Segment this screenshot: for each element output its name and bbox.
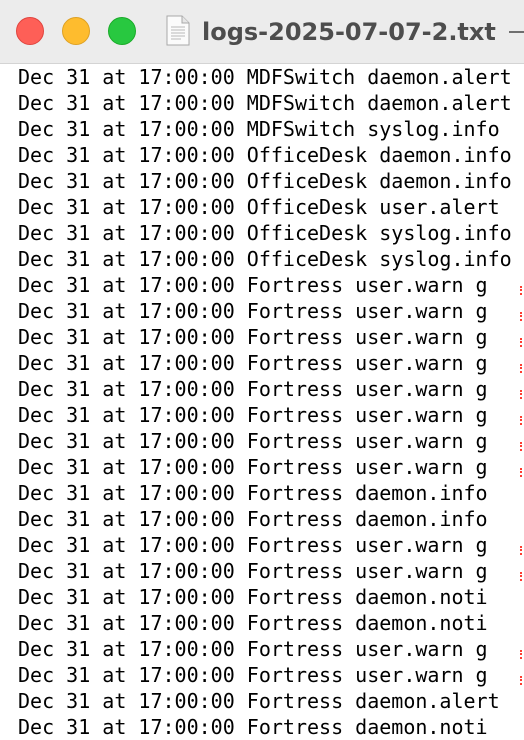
title-overflow-indicator <box>509 31 524 33</box>
log-line-text: Dec 31 at 17:00:00 OfficeDesk syslog.inf… <box>18 221 512 245</box>
spelling-error-underline <box>520 364 524 373</box>
log-line-text: Dec 31 at 17:00:00 Fortress daemon.alert <box>18 689 500 713</box>
log-line: Dec 31 at 17:00:00 Fortress user.warn g <box>18 402 524 428</box>
log-line-text: Dec 31 at 17:00:00 Fortress user.warn g <box>18 403 488 427</box>
log-line-text: Dec 31 at 17:00:00 OfficeDesk syslog.inf… <box>18 247 512 271</box>
log-line-text: Dec 31 at 17:00:00 Fortress user.warn g <box>18 663 488 687</box>
log-line-text: Dec 31 at 17:00:00 MDFSwitch daemon.aler… <box>18 65 512 89</box>
log-line-text: Dec 31 at 17:00:00 Fortress daemon.noti <box>18 585 488 609</box>
log-line-text: Dec 31 at 17:00:00 Fortress user.warn g <box>18 351 488 375</box>
spelling-error-underline <box>520 312 524 321</box>
log-line: Dec 31 at 17:00:00 OfficeDesk user.alert <box>18 194 524 220</box>
spelling-error-underline <box>520 416 524 425</box>
minimize-window-button[interactable] <box>62 17 90 45</box>
log-line-text: Dec 31 at 17:00:00 Fortress user.warn g <box>18 299 488 323</box>
log-line: Dec 31 at 17:00:00 Fortress daemon.noti <box>18 714 524 740</box>
log-line: Dec 31 at 17:00:00 Fortress user.warn g <box>18 376 524 402</box>
text-document-icon[interactable] <box>166 15 190 46</box>
log-line-text: Dec 31 at 17:00:00 OfficeDesk daemon.inf… <box>18 169 512 193</box>
log-line-text: Dec 31 at 17:00:00 Fortress daemon.info <box>18 481 488 505</box>
log-line-text: Dec 31 at 17:00:00 Fortress user.warn g <box>18 533 488 557</box>
spelling-error-underline <box>520 390 524 399</box>
spelling-error-underline <box>520 572 524 581</box>
log-line-text: Dec 31 at 17:00:00 MDFSwitch daemon.aler… <box>18 91 512 115</box>
log-line: Dec 31 at 17:00:00 OfficeDesk daemon.inf… <box>18 142 524 168</box>
log-line-text: Dec 31 at 17:00:00 Fortress daemon.info <box>18 507 488 531</box>
window-title: logs-2025-07-07-2.txt <box>202 18 496 46</box>
log-line: Dec 31 at 17:00:00 Fortress daemon.info <box>18 480 524 506</box>
log-line-text: Dec 31 at 17:00:00 Fortress user.warn g <box>18 559 488 583</box>
log-line: Dec 31 at 17:00:00 Fortress user.warn g <box>18 428 524 454</box>
log-line-text: Dec 31 at 17:00:00 MDFSwitch syslog.info <box>18 117 500 141</box>
log-line: Dec 31 at 17:00:00 Fortress user.warn g <box>18 662 524 688</box>
log-line: Dec 31 at 17:00:00 Fortress user.warn g <box>18 532 524 558</box>
log-line: Dec 31 at 17:00:00 Fortress user.warn g <box>18 298 524 324</box>
log-line-text: Dec 31 at 17:00:00 Fortress user.warn g <box>18 377 488 401</box>
log-line-text: Dec 31 at 17:00:00 Fortress user.warn g <box>18 429 488 453</box>
spelling-error-underline <box>520 442 524 451</box>
log-line: Dec 31 at 17:00:00 MDFSwitch syslog.info <box>18 116 524 142</box>
log-line-text: Dec 31 at 17:00:00 Fortress user.warn g <box>18 455 488 479</box>
log-line-text: Dec 31 at 17:00:00 Fortress user.warn g <box>18 273 488 297</box>
log-line: Dec 31 at 17:00:00 Fortress daemon.noti <box>18 584 524 610</box>
close-window-button[interactable] <box>16 17 44 45</box>
spelling-error-underline <box>520 546 524 555</box>
log-line-text: Dec 31 at 17:00:00 Fortress daemon.noti <box>18 715 488 739</box>
log-line: Dec 31 at 17:00:00 OfficeDesk syslog.inf… <box>18 220 524 246</box>
log-line: Dec 31 at 17:00:00 Fortress user.warn g <box>18 636 524 662</box>
log-line: Dec 31 at 17:00:00 Fortress daemon.info <box>18 506 524 532</box>
log-line-text: Dec 31 at 17:00:00 Fortress user.warn g <box>18 637 488 661</box>
spelling-error-underline <box>520 468 524 477</box>
log-line: Dec 31 at 17:00:00 Fortress daemon.noti <box>18 610 524 636</box>
log-line-text: Dec 31 at 17:00:00 Fortress daemon.noti <box>18 611 488 635</box>
zoom-window-button[interactable] <box>108 17 136 45</box>
spelling-error-underline <box>520 286 524 295</box>
log-line: Dec 31 at 17:00:00 Fortress user.warn g <box>18 350 524 376</box>
log-line: Dec 31 at 17:00:00 MDFSwitch daemon.aler… <box>18 64 524 90</box>
log-line: Dec 31 at 17:00:00 Fortress daemon.alert <box>18 688 524 714</box>
log-line: Dec 31 at 17:00:00 MDFSwitch daemon.aler… <box>18 90 524 116</box>
log-lines: Dec 31 at 17:00:00 MDFSwitch daemon.aler… <box>0 64 524 740</box>
log-line: Dec 31 at 17:00:00 Fortress user.warn g <box>18 272 524 298</box>
log-line: Dec 31 at 17:00:00 Fortress user.warn g <box>18 558 524 584</box>
log-line: Dec 31 at 17:00:00 OfficeDesk syslog.inf… <box>18 246 524 272</box>
log-line: Dec 31 at 17:00:00 Fortress user.warn g <box>18 324 524 350</box>
document-text-area[interactable]: Dec 31 at 17:00:00 MDFSwitch daemon.aler… <box>0 64 524 740</box>
log-line-text: Dec 31 at 17:00:00 Fortress user.warn g <box>18 325 488 349</box>
text-editor-window: logs-2025-07-07-2.txt Dec 31 at 17:00:00… <box>0 0 524 740</box>
spelling-error-underline <box>520 338 524 347</box>
spelling-error-underline <box>520 650 524 659</box>
title-bar[interactable]: logs-2025-07-07-2.txt <box>0 0 524 64</box>
log-line-text: Dec 31 at 17:00:00 OfficeDesk daemon.inf… <box>18 143 512 167</box>
spelling-error-underline <box>520 676 524 685</box>
log-line-text: Dec 31 at 17:00:00 OfficeDesk user.alert <box>18 195 500 219</box>
log-line: Dec 31 at 17:00:00 OfficeDesk daemon.inf… <box>18 168 524 194</box>
log-line: Dec 31 at 17:00:00 Fortress user.warn g <box>18 454 524 480</box>
